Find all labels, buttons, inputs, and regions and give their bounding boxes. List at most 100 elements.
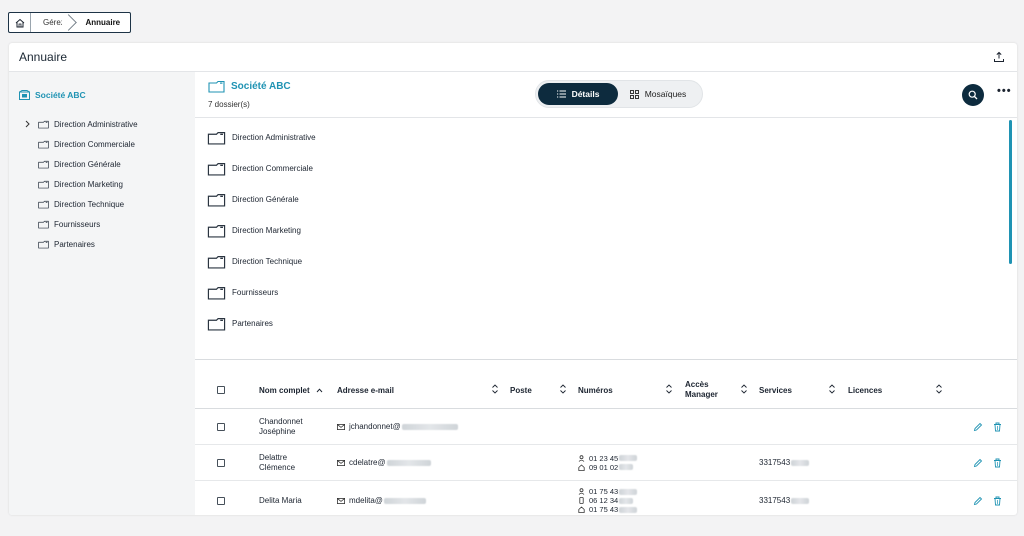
content-panel: Société ABC 7 dossier(s) Détails Mosaïqu… <box>195 72 1017 515</box>
email-cell[interactable]: mdelita@ <box>337 481 426 515</box>
directory-tree: Société ABC Direction Administrative Dire… <box>9 72 195 515</box>
breadcrumb-item-annuaire: Annuaire <box>71 13 130 32</box>
sort-icon[interactable] <box>559 384 567 394</box>
header-manager-label-2: Manager <box>685 390 718 399</box>
folder-row[interactable]: Partenaires <box>195 308 1017 339</box>
header-numbers[interactable]: Numéros <box>578 371 613 409</box>
header-manager-access[interactable]: Accès Manager <box>685 371 718 409</box>
name-line: Delattre <box>259 452 288 462</box>
tree-item-label: Direction Générale <box>54 159 121 169</box>
name-cell[interactable]: Delita Maria <box>259 481 302 515</box>
header-services-label: Services <box>759 385 792 395</box>
tree-item-label: Direction Administrative <box>54 119 138 129</box>
folder-label: Direction Générale <box>232 195 299 204</box>
tree-item[interactable]: Fournisseurs <box>9 214 195 234</box>
header-licences[interactable]: Licences <box>848 371 882 409</box>
content-title-label: Société ABC <box>231 81 291 92</box>
folder-label: Fournisseurs <box>232 288 279 297</box>
name-cell[interactable]: Delattre Clémence <box>259 445 295 480</box>
tree-item-label: Direction Technique <box>54 199 125 209</box>
tree-item[interactable]: Direction Commerciale <box>9 134 195 154</box>
edit-icon[interactable] <box>973 496 983 506</box>
more-options-icon[interactable]: ••• <box>997 86 1013 102</box>
sort-icon[interactable] <box>665 384 673 394</box>
mosaics-view-button[interactable]: Mosaïques <box>618 83 698 105</box>
sort-icon[interactable] <box>828 384 836 394</box>
folder-row[interactable]: Fournisseurs <box>195 277 1017 308</box>
scrollbar[interactable] <box>1009 120 1012 264</box>
export-icon[interactable] <box>991 49 1007 65</box>
folder-row[interactable]: Direction Marketing <box>195 215 1017 246</box>
table-row[interactable]: Chandonnet Joséphine jchandonnet@ <box>195 409 1017 445</box>
tree-item[interactable]: Direction Technique <box>9 194 195 214</box>
mail-icon <box>337 497 345 504</box>
header-email[interactable]: Adresse e-mail <box>337 371 394 409</box>
phone-number: 09 01 02 <box>589 462 619 472</box>
delete-icon[interactable] <box>993 422 1002 432</box>
header-post-label: Poste <box>510 385 532 395</box>
breadcrumb: Gérer Annuaire <box>8 12 132 33</box>
folder-row[interactable]: Direction Générale <box>195 184 1017 215</box>
home-icon[interactable] <box>9 13 31 32</box>
email-value: cdelatre@ <box>349 458 386 467</box>
tree-item-label: Fournisseurs <box>54 219 101 229</box>
folder-row[interactable]: Direction Commerciale <box>195 153 1017 184</box>
breadcrumb-item-gerer[interactable]: Gérer <box>31 13 71 32</box>
mosaics-view-label: Mosaïques <box>644 89 687 99</box>
row-checkbox[interactable] <box>217 445 225 480</box>
name-cell[interactable]: Chandonnet Joséphine <box>259 409 303 444</box>
users-table: Nom complet Adresse e-mail Poste Numéros… <box>195 371 1017 515</box>
folder-icon <box>207 286 226 300</box>
tree-root[interactable]: Société ABC <box>9 86 195 104</box>
tree-item[interactable]: Direction Marketing <box>9 174 195 194</box>
sort-icon[interactable] <box>740 384 748 394</box>
folder-list: Direction Administrative Direction Commer… <box>195 122 1017 360</box>
tree-item[interactable]: Partenaires <box>9 234 195 254</box>
row-checkbox[interactable] <box>217 409 225 444</box>
email-cell[interactable]: jchandonnet@ <box>337 409 458 444</box>
header-name[interactable]: Nom complet <box>259 371 323 409</box>
header-services[interactable]: Services <box>759 371 792 409</box>
edit-icon[interactable] <box>973 422 983 432</box>
edit-icon[interactable] <box>973 458 983 468</box>
user-phone-icon <box>578 488 585 495</box>
row-actions <box>973 445 1002 480</box>
tree-item[interactable]: Direction Générale <box>9 154 195 174</box>
folder-icon <box>207 317 226 331</box>
numbers-cell: 01 23 45 09 01 02 <box>578 445 638 480</box>
view-toggle: Détails Mosaïques <box>535 80 703 108</box>
email-cell[interactable]: cdelatre@ <box>337 445 431 480</box>
table-row[interactable]: Delita Maria mdelita@ 01 75 43 06 12 34 01 7… <box>195 481 1017 515</box>
header-manager-label-1: Accès <box>685 380 709 389</box>
delete-icon[interactable] <box>993 458 1002 468</box>
folder-label: Direction Technique <box>232 257 303 266</box>
table-row[interactable]: Delattre Clémence cdelatre@ 01 23 45 09 01 0… <box>195 445 1017 481</box>
folder-icon <box>38 240 49 248</box>
content-header: Société ABC 7 dossier(s) Détails Mosaïqu… <box>195 72 1017 118</box>
sort-asc-icon <box>316 387 323 392</box>
folder-icon <box>208 80 225 93</box>
numbers-cell: 01 75 43 06 12 34 01 75 43 <box>578 481 638 515</box>
folder-count: 7 dossier(s) <box>208 100 250 109</box>
sort-icon[interactable] <box>491 384 499 394</box>
folder-row[interactable]: Direction Technique <box>195 246 1017 277</box>
phone-number: 01 75 43 <box>589 487 619 496</box>
select-all-checkbox[interactable] <box>217 371 225 409</box>
details-view-button[interactable]: Détails <box>538 83 618 105</box>
table-header: Nom complet Adresse e-mail Poste Numéros… <box>195 371 1017 409</box>
delete-icon[interactable] <box>993 496 1002 506</box>
details-view-label: Détails <box>571 89 600 99</box>
folder-label: Direction Administrative <box>232 133 316 142</box>
folder-icon <box>207 162 226 176</box>
header-post[interactable]: Poste <box>510 371 532 409</box>
chevron-right-icon[interactable] <box>22 120 32 128</box>
row-checkbox[interactable] <box>217 481 225 515</box>
folder-icon <box>38 160 49 168</box>
sort-icon[interactable] <box>935 384 943 394</box>
folder-row[interactable]: Direction Administrative <box>195 122 1017 153</box>
search-button[interactable] <box>962 84 984 106</box>
grid-icon <box>629 89 639 99</box>
header-licences-label: Licences <box>848 385 883 395</box>
name-line: Chandonnet <box>259 416 303 426</box>
tree-item[interactable]: Direction Administrative <box>9 114 195 134</box>
